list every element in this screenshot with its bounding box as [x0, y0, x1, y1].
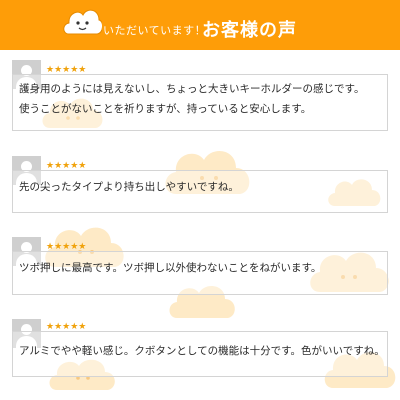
page-title: お客様の声 [202, 20, 297, 41]
review-text-line: アルミでやや軽い感じ。クボタンとしての機能は十分です。色がいいですね。 [19, 345, 385, 357]
review-text-box: 先の尖ったタイプより持ち出しやすいですね。 [12, 170, 388, 213]
review-text-line: 先の尖ったタイプより持ち出しやすいですね。 [19, 181, 239, 193]
review-text-line: ツボ押しに最高です。ツボ押し以外使わないことをねがいます。 [19, 262, 322, 274]
review-text-line: 護身用のようには見えないし、ちょっと大きいキーホルダーの感じです。 [19, 83, 365, 95]
review-text-box: 護身用のようには見えないし、ちょっと大きいキーホルダーの感じです。 使うことがな… [12, 74, 388, 131]
smiling-cloud-icon [63, 9, 102, 35]
header-lead-text: いただいています！ [103, 24, 207, 37]
review-text-line: 使うことがないことを祈りますが、持っていると安心します。 [19, 103, 312, 115]
review-text-box: アルミでやや軽い感じ。クボタンとしての機能は十分です。色がいいですね。 [12, 331, 388, 377]
header-banner: いただいています！ お客様の声 [0, 0, 400, 50]
review-text-box: ツボ押しに最高です。ツボ押し以外使わないことをねがいます。 [12, 251, 388, 295]
